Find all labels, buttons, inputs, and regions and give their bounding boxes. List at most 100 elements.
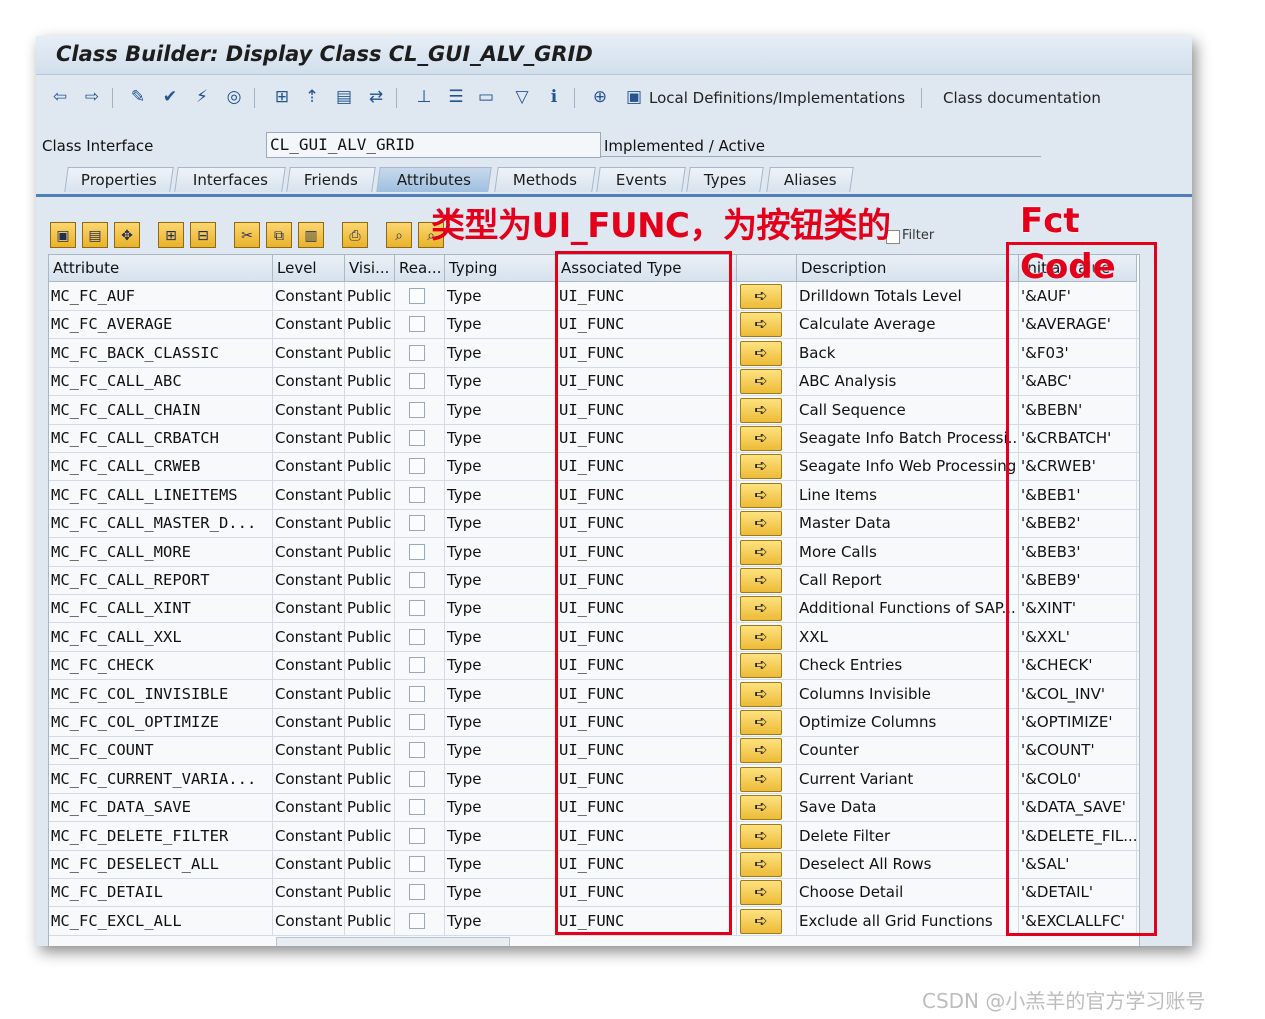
read-only-checkbox[interactable] <box>409 912 425 929</box>
read-only-checkbox[interactable] <box>409 316 425 333</box>
visibility-cell[interactable]: Public <box>345 594 395 623</box>
paste-icon[interactable]: ▥ <box>298 222 324 248</box>
description-cell[interactable]: Call Report <box>797 566 1019 594</box>
description-cell[interactable]: Call Sequence <box>797 395 1019 424</box>
typing-cell[interactable]: Type <box>445 821 557 850</box>
description-cell[interactable]: Drilldown Totals Level <box>797 282 1019 310</box>
description-cell[interactable]: Master Data <box>797 509 1019 538</box>
visibility-cell[interactable]: Public <box>345 509 395 538</box>
typing-cell[interactable]: Type <box>445 679 557 708</box>
navigate-arrow-button[interactable]: ➪ <box>740 284 782 309</box>
activate-icon[interactable]: ⚡ <box>192 87 212 107</box>
typing-cell[interactable]: Type <box>445 708 557 736</box>
level-cell[interactable]: Constant <box>273 736 345 765</box>
navigate-arrow-button[interactable]: ➪ <box>740 795 782 821</box>
copy-icon[interactable]: ⧉ <box>266 222 292 248</box>
tab-methods[interactable]: Methods <box>494 167 596 192</box>
attribute-name[interactable]: MC_FC_DESELECT_ALL <box>49 850 273 878</box>
navigate-arrow-button[interactable]: ➪ <box>740 738 782 764</box>
description-cell[interactable]: Exclude all Grid Functions <box>797 906 1019 935</box>
visibility-cell[interactable]: Public <box>345 480 395 509</box>
read-only-checkbox[interactable] <box>409 799 425 816</box>
visibility-cell[interactable]: Public <box>345 622 395 651</box>
navigate-arrow-button[interactable]: ➪ <box>740 880 782 906</box>
navigate-arrow-button[interactable]: ➪ <box>740 454 782 480</box>
level-cell[interactable]: Constant <box>273 480 345 509</box>
visibility-cell[interactable]: Public <box>345 282 395 310</box>
column-header-visibility[interactable]: Visi... <box>345 255 395 282</box>
forward-arrow-icon[interactable]: ⇨ <box>82 87 102 107</box>
find-icon[interactable]: ⌕ <box>386 222 412 248</box>
level-cell[interactable]: Constant <box>273 310 345 339</box>
read-only-checkbox[interactable] <box>409 543 425 560</box>
read-only-checkbox[interactable] <box>409 657 425 674</box>
navigate-arrow-button[interactable]: ➪ <box>740 426 782 451</box>
attribute-name[interactable]: MC_FC_CALL_CHAIN <box>49 395 273 424</box>
navigate-arrow-button[interactable]: ➪ <box>740 482 782 508</box>
description-cell[interactable]: Seagate Info Web Processing <box>797 452 1019 481</box>
attribute-name[interactable]: MC_FC_COUNT <box>49 736 273 765</box>
visibility-cell[interactable]: Public <box>345 679 395 708</box>
description-cell[interactable]: Delete Filter <box>797 821 1019 850</box>
read-only-checkbox[interactable] <box>409 856 425 872</box>
attribute-name[interactable]: MC_FC_DATA_SAVE <box>49 793 273 822</box>
stack-icon[interactable]: ☰ <box>446 87 466 107</box>
local-definitions-button[interactable]: Local Definitions/Implementations <box>649 89 905 107</box>
column-header-description[interactable]: Description <box>797 255 1019 282</box>
info-icon[interactable]: ℹ <box>544 87 564 107</box>
visibility-cell[interactable]: Public <box>345 566 395 594</box>
attribute-name[interactable]: MC_FC_DELETE_FILTER <box>49 821 273 850</box>
attribute-name[interactable]: MC_FC_CHECK <box>49 651 273 680</box>
visibility-cell[interactable]: Public <box>345 850 395 878</box>
typing-cell[interactable]: Type <box>445 764 557 793</box>
read-only-checkbox[interactable] <box>409 770 425 787</box>
typing-cell[interactable]: Type <box>445 452 557 481</box>
read-only-checkbox[interactable] <box>409 600 425 617</box>
print-icon[interactable]: ⎙ <box>342 222 368 248</box>
tab-interfaces[interactable]: Interfaces <box>174 167 286 192</box>
horizontal-scrollbar[interactable] <box>276 937 510 946</box>
attribute-name[interactable]: MC_FC_CALL_XINT <box>49 594 273 623</box>
check-icon[interactable]: ✔ <box>160 87 180 107</box>
visibility-cell[interactable]: Public <box>345 310 395 339</box>
description-cell[interactable]: Calculate Average <box>797 310 1019 339</box>
tab-types[interactable]: Types <box>686 167 764 192</box>
level-cell[interactable]: Constant <box>273 679 345 708</box>
level-cell[interactable]: Constant <box>273 566 345 594</box>
layout-icon[interactable]: ▭ <box>476 87 496 107</box>
hierarchy-icon[interactable]: ⊥ <box>414 87 434 107</box>
attribute-name[interactable]: MC_FC_CALL_ABC <box>49 367 273 396</box>
level-cell[interactable]: Constant <box>273 651 345 680</box>
tab-events[interactable]: Events <box>596 167 686 192</box>
navigate-arrow-button[interactable]: ➪ <box>740 653 782 679</box>
typing-cell[interactable]: Type <box>445 566 557 594</box>
filter-funnel-icon[interactable]: ▽ <box>512 87 532 107</box>
read-only-checkbox[interactable] <box>409 486 425 503</box>
typing-cell[interactable]: Type <box>445 424 557 452</box>
attribute-name[interactable]: MC_FC_AVERAGE <box>49 310 273 339</box>
navigate-arrow-button[interactable]: ➪ <box>740 823 782 849</box>
visibility-cell[interactable]: Public <box>345 793 395 822</box>
level-cell[interactable]: Constant <box>273 338 345 367</box>
move-icon[interactable]: ✥ <box>114 222 140 248</box>
column-header-attribute[interactable]: Attribute <box>49 255 273 282</box>
level-cell[interactable]: Constant <box>273 424 345 452</box>
typing-cell[interactable]: Type <box>445 906 557 935</box>
navigate-arrow-button[interactable]: ➪ <box>740 908 782 934</box>
typing-cell[interactable]: Type <box>445 793 557 822</box>
level-cell[interactable]: Constant <box>273 594 345 623</box>
read-only-checkbox[interactable] <box>409 685 425 702</box>
attribute-name[interactable]: MC_FC_CALL_REPORT <box>49 566 273 594</box>
level-cell[interactable]: Constant <box>273 282 345 310</box>
navigate-arrow-button[interactable]: ➪ <box>740 766 782 792</box>
navigate-arrow-button[interactable]: ➪ <box>740 511 782 537</box>
typing-cell[interactable]: Type <box>445 850 557 878</box>
attribute-name[interactable]: MC_FC_CALL_MORE <box>49 537 273 566</box>
typing-cell[interactable]: Type <box>445 367 557 396</box>
back-arrow-icon[interactable]: ⇦ <box>50 87 70 107</box>
level-cell[interactable]: Constant <box>273 764 345 793</box>
level-cell[interactable]: Constant <box>273 850 345 878</box>
navigate-arrow-button[interactable]: ➪ <box>740 340 782 366</box>
navigate-arrow-button[interactable]: ➪ <box>740 710 782 735</box>
visibility-cell[interactable]: Public <box>345 424 395 452</box>
